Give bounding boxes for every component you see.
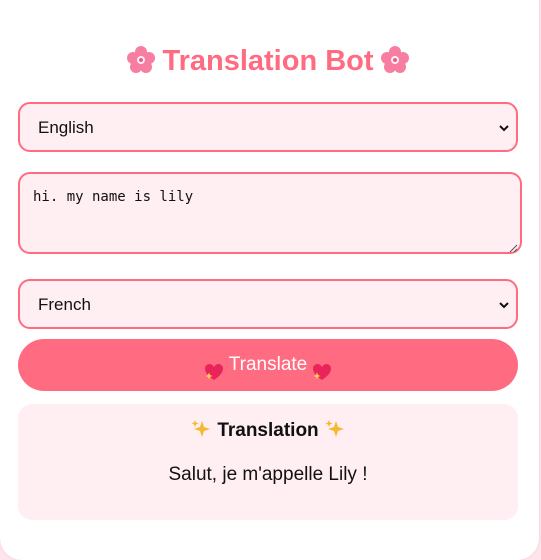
sparkles-icon <box>324 418 346 440</box>
source-language-select[interactable]: English <box>18 102 518 152</box>
target-language-select[interactable]: French <box>18 279 518 329</box>
sparkling-heart-icon <box>203 352 225 380</box>
source-text-input[interactable]: hi. my name is lily <box>18 172 522 254</box>
resize-handle-icon[interactable] <box>508 240 518 253</box>
result-heading: Translation <box>18 420 518 442</box>
chevron-down-icon <box>498 121 510 133</box>
source-language-value: English <box>38 118 94 137</box>
result-heading-text: Translation <box>217 420 319 442</box>
source-text-value: hi. my name is lily <box>33 189 194 205</box>
cherry-blossom-icon <box>126 45 156 75</box>
translated-text: Salut, je m'appelle Lily ! <box>168 464 368 485</box>
translation-result-panel: Translation Salut, je m'appelle Lily ! <box>18 404 518 520</box>
sparkles-icon <box>190 418 212 440</box>
translate-button[interactable]: Translate <box>18 339 518 391</box>
target-language-value: French <box>38 295 91 314</box>
page-title: Translation Bot <box>0 41 536 81</box>
translate-button-label: Translate <box>228 354 308 375</box>
chevron-down-icon <box>498 298 510 310</box>
sparkling-heart-icon <box>311 352 333 380</box>
cherry-blossom-icon <box>380 45 410 75</box>
page-title-text: Translation Bot <box>162 45 374 77</box>
